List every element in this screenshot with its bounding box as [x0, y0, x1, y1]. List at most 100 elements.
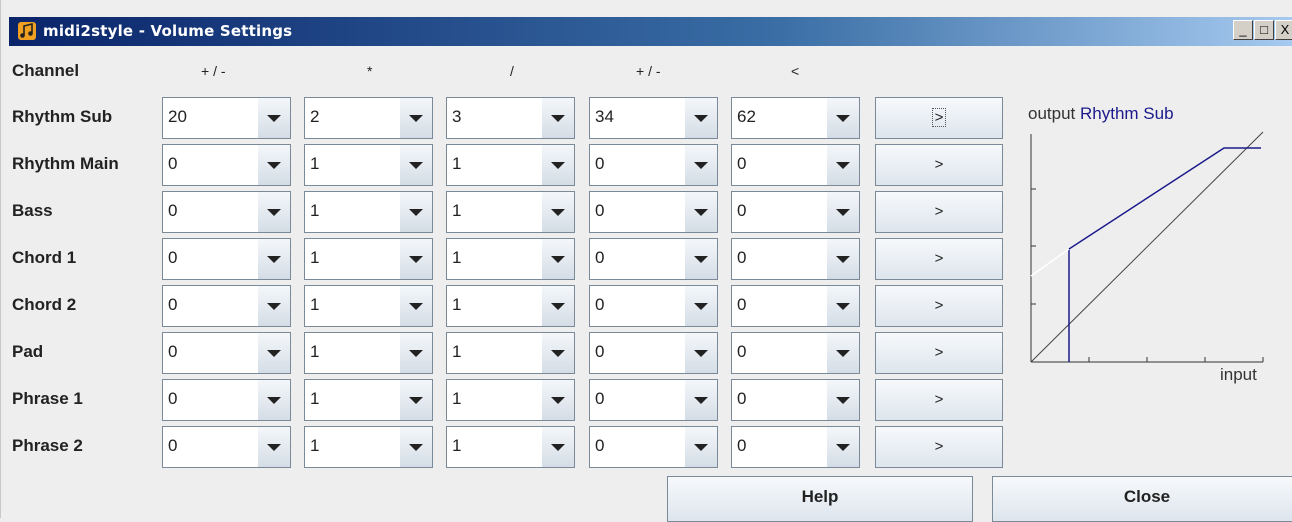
divide-value[interactable]: 1 — [447, 239, 543, 279]
limit-combo[interactable]: 0 — [731, 144, 860, 186]
limit-value[interactable]: 0 — [732, 427, 828, 467]
divide-value[interactable]: 1 — [447, 380, 543, 420]
divide-combo[interactable]: 1 — [446, 332, 575, 374]
add-value[interactable]: 0 — [163, 380, 259, 420]
divide-combo[interactable]: 1 — [446, 285, 575, 327]
offset-combo[interactable]: 0 — [589, 144, 718, 186]
offset-combo[interactable]: 0 — [589, 332, 718, 374]
chevron-down-icon[interactable] — [542, 286, 574, 326]
divide-value[interactable]: 1 — [447, 192, 543, 232]
limit-combo[interactable]: 0 — [731, 426, 860, 468]
chevron-down-icon[interactable] — [685, 98, 717, 138]
offset-value[interactable]: 0 — [590, 427, 686, 467]
chevron-down-icon[interactable] — [827, 380, 859, 420]
offset-combo[interactable]: 0 — [589, 426, 718, 468]
multiply-combo[interactable]: 1 — [304, 379, 433, 421]
multiply-combo[interactable]: 1 — [304, 191, 433, 233]
add-value[interactable]: 20 — [163, 98, 259, 138]
add-value[interactable]: 0 — [163, 192, 259, 232]
chevron-down-icon[interactable] — [685, 380, 717, 420]
multiply-value[interactable]: 1 — [305, 333, 401, 373]
chevron-down-icon[interactable] — [542, 192, 574, 232]
offset-value[interactable]: 0 — [590, 286, 686, 326]
chevron-down-icon[interactable] — [400, 333, 432, 373]
add-value[interactable]: 0 — [163, 427, 259, 467]
chevron-down-icon[interactable] — [542, 427, 574, 467]
limit-value[interactable]: 0 — [732, 145, 828, 185]
chevron-down-icon[interactable] — [542, 333, 574, 373]
multiply-value[interactable]: 2 — [305, 98, 401, 138]
limit-combo[interactable]: 62 — [731, 97, 860, 139]
multiply-value[interactable]: 1 — [305, 427, 401, 467]
limit-combo[interactable]: 0 — [731, 191, 860, 233]
add-combo[interactable]: 0 — [162, 238, 291, 280]
offset-combo[interactable]: 0 — [589, 191, 718, 233]
chevron-down-icon[interactable] — [400, 98, 432, 138]
chevron-down-icon[interactable] — [685, 333, 717, 373]
chevron-down-icon[interactable] — [258, 380, 290, 420]
chevron-down-icon[interactable] — [400, 427, 432, 467]
divide-combo[interactable]: 3 — [446, 97, 575, 139]
multiply-combo[interactable]: 1 — [304, 426, 433, 468]
chevron-down-icon[interactable] — [827, 192, 859, 232]
chevron-down-icon[interactable] — [827, 239, 859, 279]
offset-combo[interactable]: 0 — [589, 379, 718, 421]
offset-combo[interactable]: 0 — [589, 238, 718, 280]
limit-value[interactable]: 0 — [732, 192, 828, 232]
chevron-down-icon[interactable] — [258, 427, 290, 467]
offset-combo[interactable]: 34 — [589, 97, 718, 139]
show-graph-button[interactable]: > — [875, 426, 1003, 468]
multiply-combo[interactable]: 1 — [304, 144, 433, 186]
chevron-down-icon[interactable] — [827, 333, 859, 373]
chevron-down-icon[interactable] — [258, 239, 290, 279]
limit-value[interactable]: 0 — [732, 380, 828, 420]
chevron-down-icon[interactable] — [685, 427, 717, 467]
show-graph-button[interactable]: > — [875, 285, 1003, 327]
show-graph-button[interactable]: > — [875, 97, 1003, 139]
chevron-down-icon[interactable] — [258, 286, 290, 326]
chevron-down-icon[interactable] — [258, 333, 290, 373]
add-combo[interactable]: 0 — [162, 426, 291, 468]
chevron-down-icon[interactable] — [827, 98, 859, 138]
chevron-down-icon[interactable] — [827, 427, 859, 467]
divide-value[interactable]: 1 — [447, 333, 543, 373]
show-graph-button[interactable]: > — [875, 238, 1003, 280]
limit-combo[interactable]: 0 — [731, 285, 860, 327]
show-graph-button[interactable]: > — [875, 332, 1003, 374]
limit-combo[interactable]: 0 — [731, 332, 860, 374]
chevron-down-icon[interactable] — [827, 286, 859, 326]
limit-combo[interactable]: 0 — [731, 238, 860, 280]
close-window-button[interactable]: X — [1275, 20, 1292, 40]
divide-combo[interactable]: 1 — [446, 144, 575, 186]
limit-value[interactable]: 0 — [732, 239, 828, 279]
offset-value[interactable]: 0 — [590, 239, 686, 279]
add-combo[interactable]: 0 — [162, 332, 291, 374]
chevron-down-icon[interactable] — [542, 145, 574, 185]
chevron-down-icon[interactable] — [542, 98, 574, 138]
multiply-value[interactable]: 1 — [305, 239, 401, 279]
multiply-value[interactable]: 1 — [305, 380, 401, 420]
chevron-down-icon[interactable] — [400, 286, 432, 326]
divide-value[interactable]: 1 — [447, 427, 543, 467]
limit-value[interactable]: 0 — [732, 286, 828, 326]
chevron-down-icon[interactable] — [400, 192, 432, 232]
limit-value[interactable]: 62 — [732, 98, 828, 138]
chevron-down-icon[interactable] — [685, 145, 717, 185]
add-combo[interactable]: 0 — [162, 379, 291, 421]
add-value[interactable]: 0 — [163, 145, 259, 185]
multiply-value[interactable]: 1 — [305, 145, 401, 185]
limit-value[interactable]: 0 — [732, 333, 828, 373]
add-combo[interactable]: 20 — [162, 97, 291, 139]
close-button[interactable]: Close — [992, 476, 1292, 522]
divide-value[interactable]: 1 — [447, 145, 543, 185]
chevron-down-icon[interactable] — [685, 192, 717, 232]
divide-value[interactable]: 3 — [447, 98, 543, 138]
show-graph-button[interactable]: > — [875, 191, 1003, 233]
chevron-down-icon[interactable] — [685, 286, 717, 326]
divide-combo[interactable]: 1 — [446, 191, 575, 233]
multiply-value[interactable]: 1 — [305, 192, 401, 232]
divide-combo[interactable]: 1 — [446, 379, 575, 421]
multiply-combo[interactable]: 1 — [304, 285, 433, 327]
multiply-combo[interactable]: 1 — [304, 238, 433, 280]
chevron-down-icon[interactable] — [827, 145, 859, 185]
